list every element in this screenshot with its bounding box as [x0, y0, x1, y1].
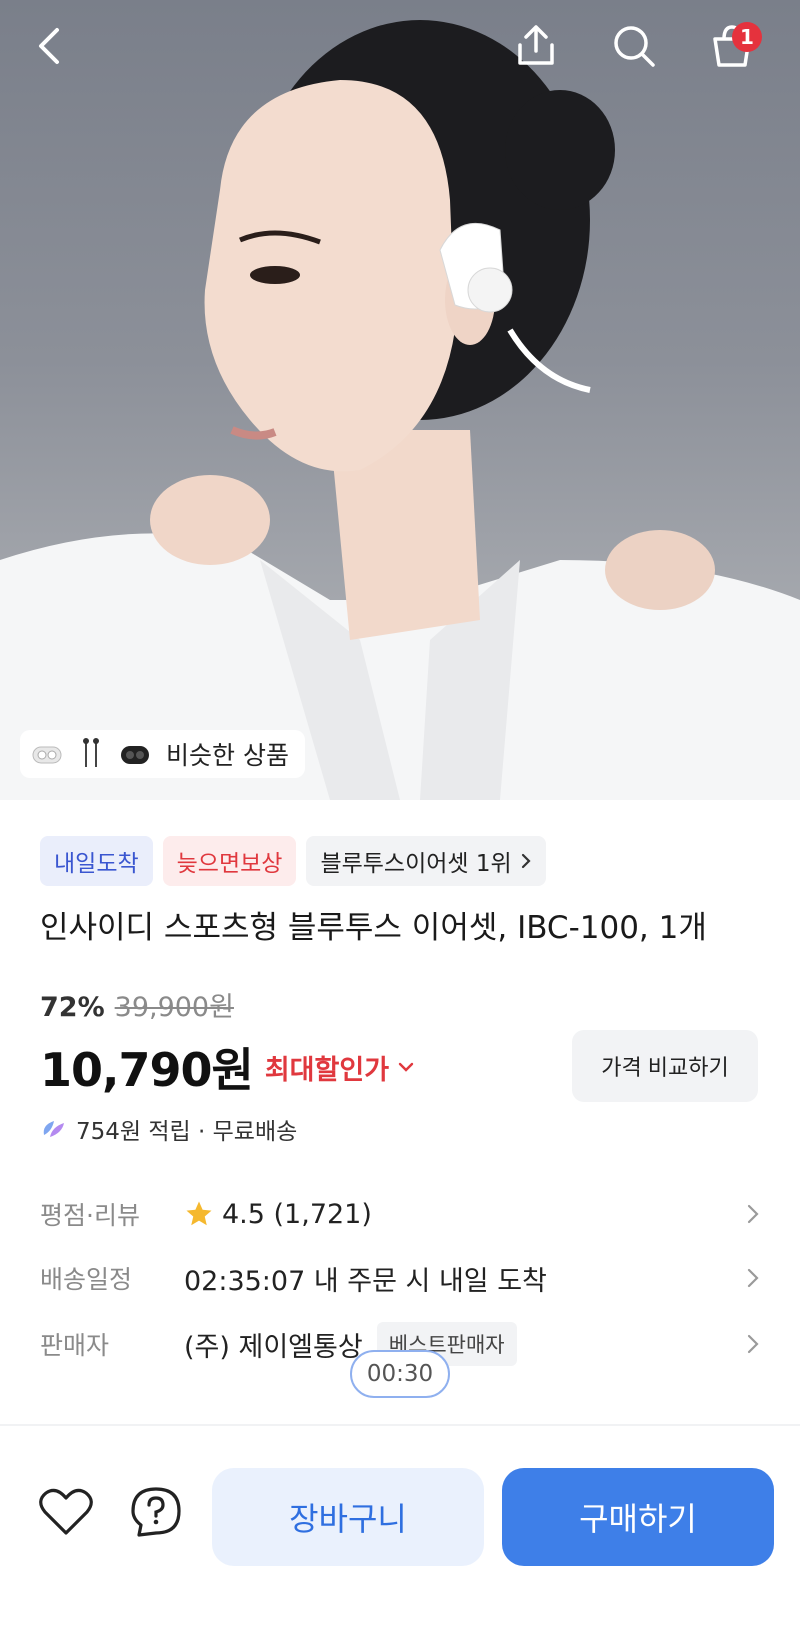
share-icon	[518, 25, 554, 65]
share-button[interactable]	[504, 14, 568, 78]
wired-earphone-icon	[83, 738, 99, 767]
add-to-cart-button[interactable]: 장바구니	[212, 1468, 484, 1566]
similar-thumb-black-buds	[118, 737, 152, 771]
cart-count-badge: 1	[732, 22, 762, 52]
product-title: 인사이디 스포츠형 블루투스 이어셋, IBC-100, 1개	[40, 910, 707, 946]
reward-text: 754원 적립 · 무료배송	[76, 1119, 298, 1145]
earbuds-case-icon	[32, 746, 62, 764]
wishlist-button[interactable]	[36, 1482, 96, 1542]
cart-button[interactable]: 1	[700, 14, 764, 78]
search-button[interactable]	[602, 14, 666, 78]
delivery-arrow	[730, 1267, 760, 1289]
search-icon	[614, 26, 655, 67]
delivery-value: 02:35:07 내 주문 시 내일 도착	[184, 1265, 547, 1297]
chevron-right-icon	[747, 1204, 759, 1224]
similar-products-button[interactable]: 비슷한 상품	[20, 730, 305, 778]
reward-row: 754원 적립 · 무료배송	[40, 1112, 297, 1146]
original-price: 39,900원	[114, 992, 234, 1023]
bottom-action-bar: 장바구니 구매하기	[0, 1426, 800, 1635]
rating-label: 평점·리뷰	[40, 1201, 140, 1230]
back-arrow-icon	[39, 28, 59, 64]
rating-value: 4.5 (1,721)	[222, 1198, 372, 1230]
category-rank-badge[interactable]: 블루투스이어셋 1위	[306, 836, 546, 886]
chevron-right-icon	[521, 853, 531, 869]
heart-icon	[39, 1488, 93, 1535]
inquiry-button[interactable]	[126, 1482, 186, 1542]
chevron-right-icon	[747, 1334, 759, 1354]
max-discount-label: 최대할인가	[264, 1054, 390, 1086]
chevron-down-icon	[398, 1062, 414, 1072]
seller-name: (주) 제이엘통상	[184, 1331, 363, 1363]
seller-label: 판매자	[40, 1331, 110, 1360]
seller-value-wrap: (주) 제이엘통상 베스트판매자	[184, 1322, 730, 1366]
product-photo	[0, 20, 800, 800]
seller-arrow	[730, 1333, 760, 1355]
chevron-right-icon	[747, 1268, 759, 1288]
discount-rate: 72%	[40, 992, 105, 1023]
rating-review-row[interactable]: 평점·리뷰 4.5 (1,721)	[40, 1186, 760, 1242]
rating-arrow	[730, 1203, 760, 1225]
star-icon	[186, 1201, 212, 1226]
top-navigation: 1	[0, 0, 800, 92]
late-compensation-badge: 늦으면보상	[162, 836, 297, 886]
similar-thumb-wired	[74, 737, 108, 771]
price-row: 10,790원 최대할인가	[40, 1034, 415, 1100]
similar-thumb-earbuds	[30, 737, 64, 771]
tomorrow-arrival-badge: 내일도착	[40, 836, 153, 886]
price-compare-button[interactable]: 가격 비교하기	[572, 1030, 758, 1102]
delivery-schedule-row[interactable]: 배송일정 02:35:07 내 주문 시 내일 도착	[40, 1250, 760, 1306]
rating-value-wrap: 4.5 (1,721)	[184, 1199, 730, 1230]
similar-products-label: 비슷한 상품	[166, 741, 289, 770]
back-button[interactable]	[18, 14, 82, 78]
delivery-label: 배송일정	[40, 1265, 133, 1294]
discount-row: 72% 39,900원	[40, 985, 234, 1024]
product-badges: 내일도착 늦으면보상 블루투스이어셋 1위	[40, 836, 546, 886]
max-discount-toggle[interactable]: 최대할인가	[265, 1048, 415, 1087]
reward-point-icon	[43, 1121, 64, 1137]
buy-now-button[interactable]: 구매하기	[502, 1468, 774, 1566]
product-image-gallery[interactable]: 1 비슷한 상품	[0, 0, 800, 800]
question-icon	[131, 1487, 181, 1537]
category-rank-label: 블루투스이어셋 1위	[320, 851, 512, 877]
sale-price: 10,790원	[40, 1043, 254, 1097]
countdown-timer-pill: 00:30	[350, 1350, 450, 1398]
black-earbuds-icon	[121, 746, 149, 764]
